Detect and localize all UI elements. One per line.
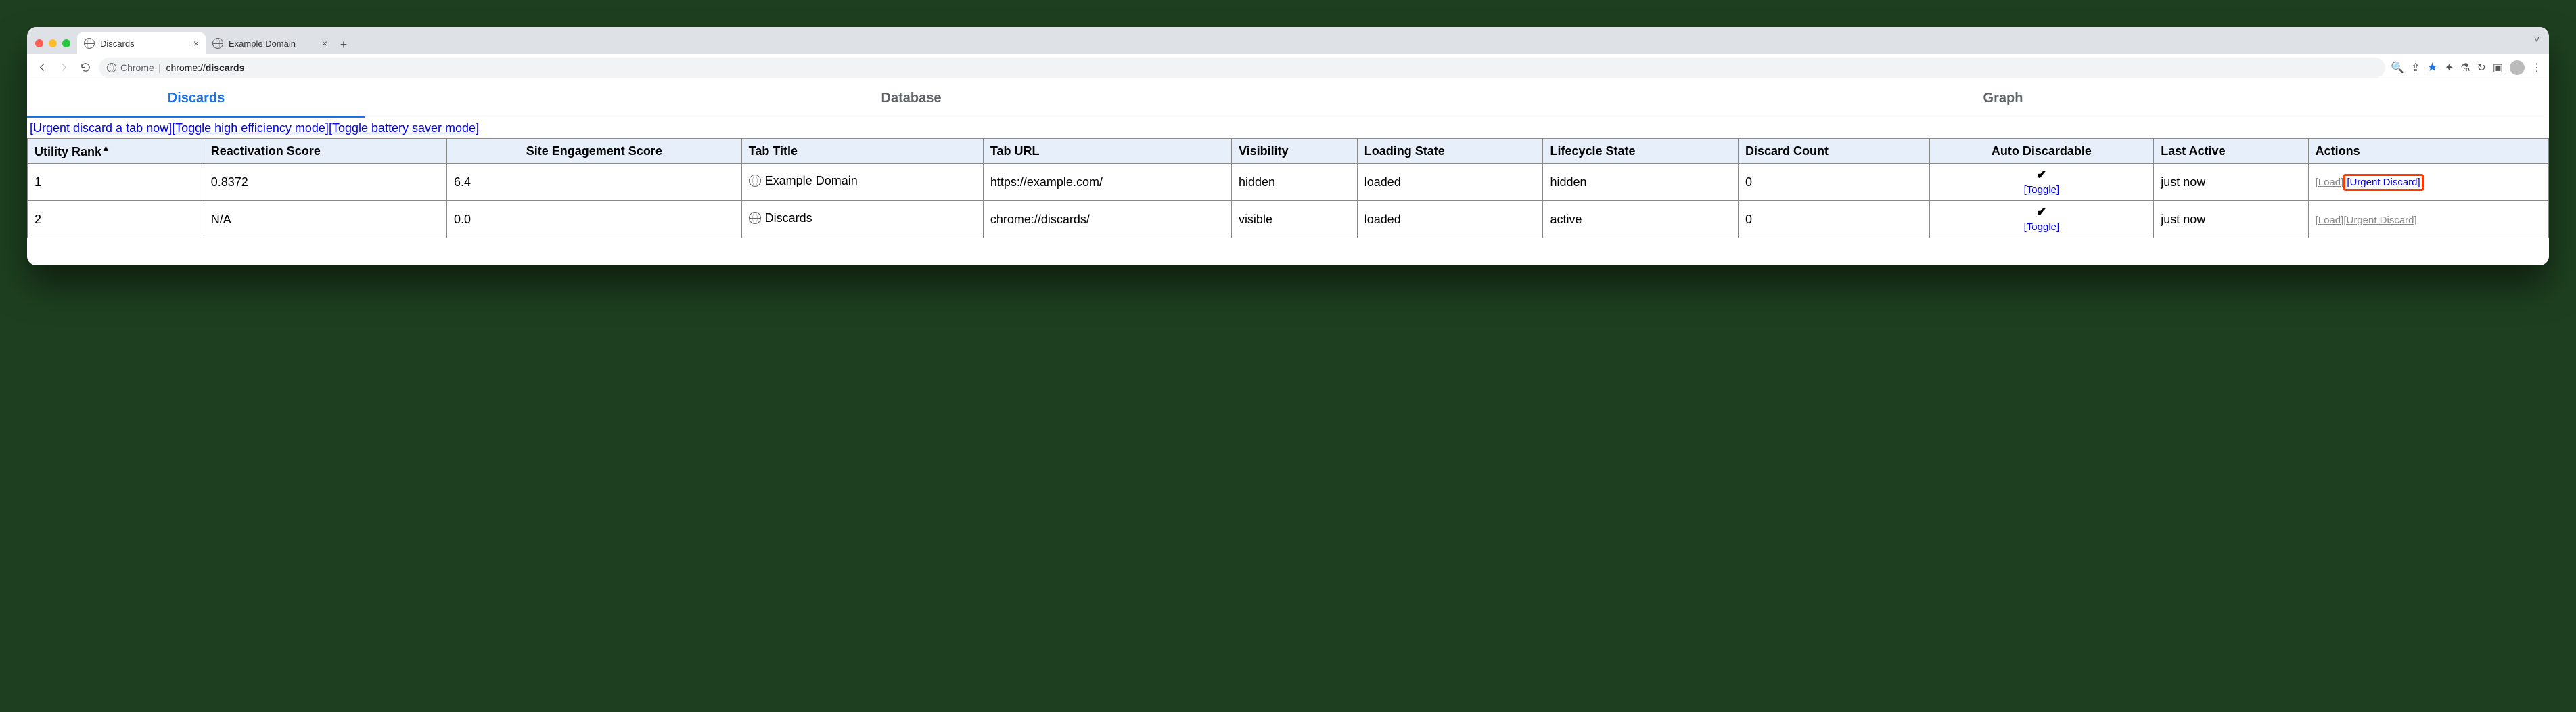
toolbar-right: 🔍 ⇪ ★ ✦ ⚗ ↻ ▣ ⋮ [2391, 60, 2542, 75]
th-reactivation[interactable]: Reactivation Score [204, 139, 446, 164]
tab-discards[interactable]: Discards [27, 81, 365, 118]
window-controls [32, 39, 77, 54]
cell-rank: 1 [28, 164, 204, 201]
globe-icon [212, 38, 223, 49]
globe-icon [749, 175, 761, 187]
th-tab-title[interactable]: Tab Title [741, 139, 983, 164]
close-window-icon[interactable] [35, 39, 43, 47]
reload-button[interactable] [77, 60, 93, 76]
check-icon: ✔ [1937, 168, 2147, 182]
tab-title: Discards [100, 39, 135, 49]
tab-overflow-icon[interactable]: ˅ [2534, 34, 2539, 45]
forward-button[interactable] [55, 60, 72, 76]
cell-engagement: 6.4 [446, 164, 741, 201]
action-urgent-discard[interactable]: [Urgent Discard] [2343, 215, 2416, 226]
menu-icon[interactable]: ⋮ [2531, 61, 2542, 74]
sort-asc-icon: ▲ [101, 143, 110, 153]
cell-loading: loaded [1357, 201, 1543, 238]
new-tab-button[interactable]: + [334, 35, 353, 54]
close-tab-icon[interactable]: × [322, 38, 327, 49]
cell-reactivation: 0.8372 [204, 164, 446, 201]
globe-icon [107, 63, 116, 72]
cell-title: Discards [741, 201, 983, 238]
updates-icon[interactable]: ↻ [2477, 61, 2485, 74]
cell-visibility: visible [1231, 201, 1357, 238]
link-toggle-battery-saver[interactable]: [Toggle battery saver mode] [329, 121, 479, 135]
zoom-icon[interactable]: 🔍 [2391, 61, 2404, 74]
th-site-engagement[interactable]: Site Engagement Score [446, 139, 741, 164]
th-visibility[interactable]: Visibility [1231, 139, 1357, 164]
cell-actions: [Load][Urgent Discard] [2308, 164, 2548, 201]
close-tab-icon[interactable]: × [193, 38, 199, 49]
minimize-window-icon[interactable] [49, 39, 57, 47]
action-load[interactable]: [Load] [2316, 177, 2344, 188]
browser-window: Discards × Example Domain × + ˅ Chrome | [27, 27, 2549, 265]
cell-rank: 2 [28, 201, 204, 238]
cell-lifecycle: active [1543, 201, 1739, 238]
chip-label: Chrome [120, 62, 154, 73]
cell-last-active: just now [2154, 201, 2308, 238]
extensions-icon[interactable]: ✦ [2445, 61, 2454, 74]
cell-url: chrome://discards/ [983, 201, 1231, 238]
discards-table: Utility Rank▲ Reactivation Score Site En… [27, 138, 2549, 238]
th-last-active[interactable]: Last Active [2154, 139, 2308, 164]
action-load[interactable]: [Load] [2316, 215, 2344, 226]
cell-loading: loaded [1357, 164, 1543, 201]
th-actions[interactable]: Actions [2308, 139, 2548, 164]
th-utility-rank[interactable]: Utility Rank▲ [28, 139, 204, 164]
cell-engagement: 0.0 [446, 201, 741, 238]
sidepanel-icon[interactable]: ▣ [2493, 61, 2503, 74]
th-tab-url[interactable]: Tab URL [983, 139, 1231, 164]
cell-discard-count: 0 [1739, 201, 1930, 238]
check-icon: ✔ [1937, 205, 2147, 219]
browser-tab-discards[interactable]: Discards × [77, 32, 206, 54]
th-discard-count[interactable]: Discard Count [1739, 139, 1930, 164]
global-actions: [Urgent discard a tab now][Toggle high e… [27, 118, 2549, 138]
tab-title: Example Domain [229, 39, 296, 49]
profile-avatar[interactable] [2510, 60, 2525, 75]
cell-discard-count: 0 [1739, 164, 1930, 201]
maximize-window-icon[interactable] [62, 39, 70, 47]
cell-auto-discardable: ✔ [Toggle] [1929, 201, 2154, 238]
address-url: chrome://discards [166, 62, 244, 73]
address-bar[interactable]: Chrome | chrome://discards [99, 58, 2385, 78]
cell-title: Example Domain [741, 164, 983, 201]
th-auto-discardable[interactable]: Auto Discardable [1929, 139, 2154, 164]
cell-actions: [Load][Urgent Discard] [2308, 201, 2548, 238]
table-row: 1 0.8372 6.4 Example Domain https://exam… [28, 164, 2549, 201]
cell-lifecycle: hidden [1543, 164, 1739, 201]
labs-icon[interactable]: ⚗ [2460, 61, 2470, 74]
link-urgent-discard-now[interactable]: [Urgent discard a tab now] [30, 121, 172, 135]
browser-toolbar: Chrome | chrome://discards 🔍 ⇪ ★ ✦ ⚗ ↻ ▣… [27, 54, 2549, 81]
globe-icon [749, 212, 761, 224]
cell-auto-discardable: ✔ [Toggle] [1929, 164, 2154, 201]
tab-strip: Discards × Example Domain × + ˅ [27, 27, 2549, 54]
th-loading-state[interactable]: Loading State [1357, 139, 1543, 164]
site-chip: Chrome | [107, 62, 160, 73]
bookmark-icon[interactable]: ★ [2427, 60, 2438, 74]
page-tab-bar: Discards Database Graph [27, 81, 2549, 118]
tab-database[interactable]: Database [365, 81, 1457, 118]
cell-visibility: hidden [1231, 164, 1357, 201]
cell-reactivation: N/A [204, 201, 446, 238]
globe-icon [84, 38, 95, 49]
cell-last-active: just now [2154, 164, 2308, 201]
action-urgent-discard[interactable]: [Urgent Discard] [2343, 174, 2423, 191]
page-content: Discards Database Graph [Urgent discard … [27, 81, 2549, 265]
link-toggle-high-efficiency[interactable]: [Toggle high efficiency mode] [172, 121, 329, 135]
tab-graph[interactable]: Graph [1457, 81, 2549, 118]
share-icon[interactable]: ⇪ [2411, 61, 2420, 74]
browser-tab-example[interactable]: Example Domain × [206, 32, 334, 54]
table-row: 2 N/A 0.0 Discards chrome://discards/ vi… [28, 201, 2549, 238]
cell-url: https://example.com/ [983, 164, 1231, 201]
link-toggle-auto[interactable]: [Toggle] [2024, 184, 2060, 196]
link-toggle-auto[interactable]: [Toggle] [2024, 221, 2060, 233]
th-lifecycle-state[interactable]: Lifecycle State [1543, 139, 1739, 164]
back-button[interactable] [34, 60, 50, 76]
